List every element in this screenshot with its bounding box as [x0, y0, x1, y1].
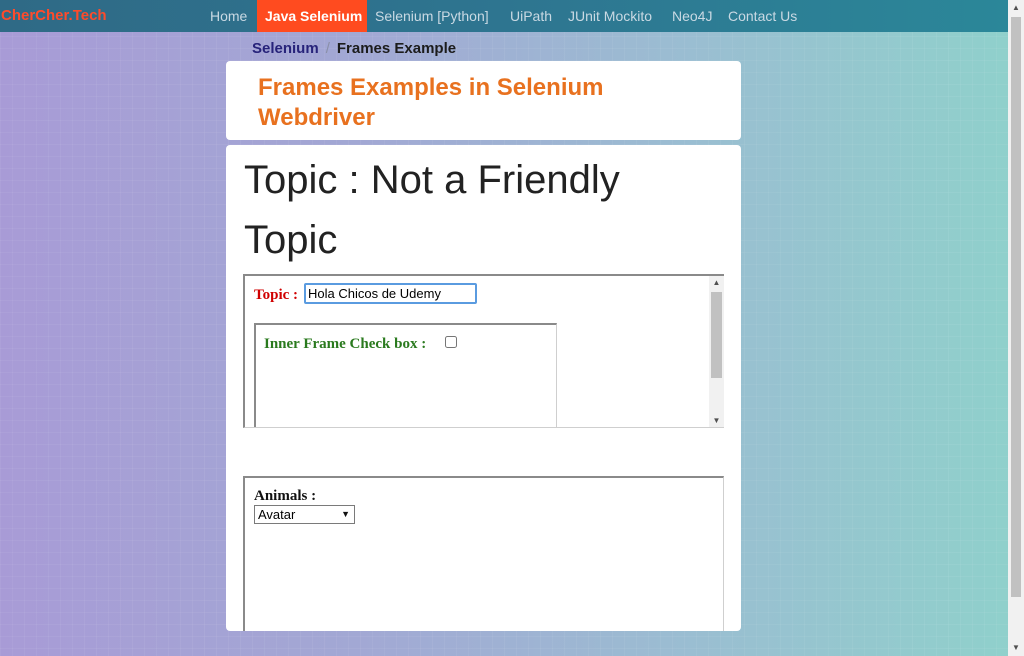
animals-selected-value: Avatar: [258, 507, 296, 522]
topic-frame[interactable]: Topic : Inner Frame Check box : ▲ ▼: [243, 274, 724, 428]
scroll-down-arrow-icon[interactable]: ▼: [709, 414, 724, 427]
page-scroll-down-arrow-icon[interactable]: ▼: [1008, 640, 1024, 656]
scroll-up-arrow-icon[interactable]: ▲: [709, 276, 724, 290]
page-scroll-thumb[interactable]: [1011, 17, 1021, 597]
animals-label: Animals :: [254, 488, 317, 504]
brand-logo[interactable]: CherCher.Tech: [1, 7, 107, 24]
frame-scrollbar[interactable]: ▲ ▼: [709, 276, 724, 427]
inner-frame-checkbox[interactable]: [445, 336, 457, 348]
nav-home[interactable]: Home: [202, 0, 255, 32]
main-card: Topic : Not a Friendly Topic Topic : Inn…: [226, 145, 741, 631]
inner-frame[interactable]: Inner Frame Check box :: [254, 323, 557, 427]
top-navbar: CherCher.Tech Home Java Selenium Seleniu…: [0, 0, 1008, 32]
breadcrumb-link-selenium[interactable]: Selenium: [252, 40, 319, 57]
header-card: Frames Examples in Selenium Webdriver: [226, 61, 741, 140]
inner-frame-checkbox-label: Inner Frame Check box :: [264, 336, 427, 352]
nav-java-selenium[interactable]: Java Selenium: [257, 0, 367, 32]
breadcrumb-current: Frames Example: [336, 40, 457, 57]
page-scroll-up-arrow-icon[interactable]: ▲: [1008, 0, 1024, 16]
topic-heading: Topic : Not a Friendly Topic: [244, 158, 620, 262]
nav-junit-mockito[interactable]: JUnit Mockito: [560, 0, 660, 32]
topic-input[interactable]: [304, 283, 477, 304]
nav-uipath[interactable]: UiPath: [502, 0, 560, 32]
page-scrollbar[interactable]: ▲ ▼: [1008, 0, 1024, 656]
animals-frame[interactable]: Animals : Avatar ▼: [243, 476, 724, 631]
frame-scroll-thumb[interactable]: [711, 292, 722, 378]
topic-label: Topic :: [254, 287, 299, 303]
page-title: Frames Examples in Selenium Webdriver: [258, 74, 604, 131]
nav-contact-us[interactable]: Contact Us: [720, 0, 805, 32]
nav-neo4j[interactable]: Neo4J: [664, 0, 720, 32]
dropdown-arrow-icon: ▼: [341, 509, 350, 519]
breadcrumb: Selenium / Frames Example: [252, 40, 456, 57]
breadcrumb-separator: /: [325, 40, 330, 57]
nav-selenium-python[interactable]: Selenium [Python]: [367, 0, 497, 32]
animals-select[interactable]: Avatar ▼: [254, 505, 355, 524]
